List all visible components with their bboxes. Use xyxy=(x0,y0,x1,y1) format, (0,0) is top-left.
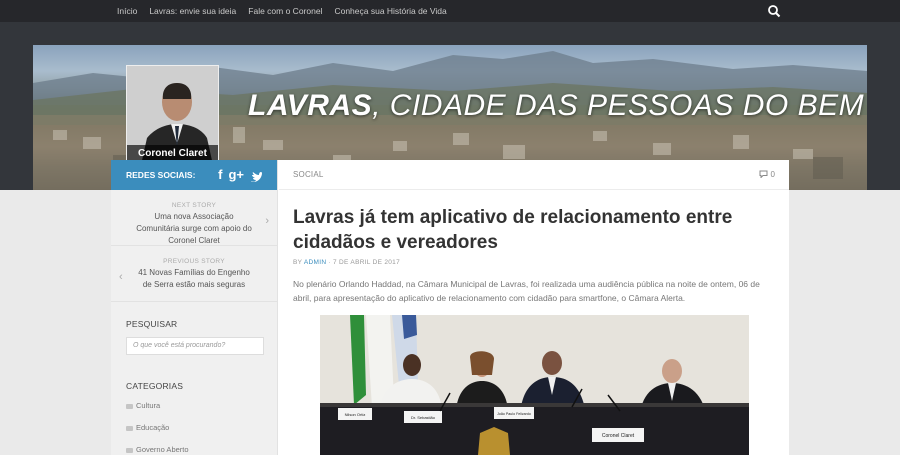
site-title-rest: , CIDADE DAS PESSOAS DO BEM xyxy=(372,89,865,122)
post-meta: BY ADMIN · 7 DE ABRIL DE 2017 xyxy=(293,259,400,266)
next-story[interactable]: NEXT STORY Uma nova Associação Comunitár… xyxy=(111,190,277,246)
folder-icon xyxy=(126,403,133,409)
chevron-right-icon[interactable]: › xyxy=(265,215,269,227)
next-story-title[interactable]: Uma nova Associação Comunitária surge co… xyxy=(111,211,277,247)
site-title-bold: LAVRAS xyxy=(248,89,373,122)
category-item-educacao[interactable]: Educação xyxy=(126,423,169,432)
post-title[interactable]: Lavras já tem aplicativo de relacionamen… xyxy=(293,205,763,255)
post-author[interactable]: ADMIN xyxy=(304,259,326,266)
folder-icon xyxy=(126,447,133,453)
category-item-governo-aberto[interactable]: Governo Aberto xyxy=(126,445,189,454)
next-story-kicker: NEXT STORY xyxy=(171,202,217,209)
post-content: SOCIAL 0 Lavras já tem aplicativo de rel… xyxy=(279,160,789,455)
comments-link[interactable]: 0 xyxy=(759,160,775,190)
top-navigation: Início Lavras: envie sua ideia Fale com … xyxy=(0,0,900,22)
comment-count: 0 xyxy=(770,170,775,179)
folder-icon xyxy=(126,425,133,431)
chevron-left-icon[interactable]: ‹ xyxy=(119,271,123,283)
previous-story-kicker: PREVIOUS STORY xyxy=(163,258,225,265)
post-excerpt: No plenário Orlando Haddad, na Câmara Mu… xyxy=(293,279,760,303)
social-bar: REDES SOCIAIS: f g+ xyxy=(111,160,277,190)
social-label: REDES SOCIAIS: xyxy=(126,170,196,180)
category-item-cultura[interactable]: Cultura xyxy=(126,401,160,410)
post-meta-by: BY xyxy=(293,259,304,266)
category-label: Governo Aberto xyxy=(136,445,189,454)
twitter-icon[interactable] xyxy=(250,160,262,190)
site-title[interactable]: LAVRAS, CIDADE DAS PESSOAS DO BEM xyxy=(248,89,864,123)
post-photo[interactable]: Nilson Ortiz Dr. Sebastião João Paulo Fe… xyxy=(320,315,749,455)
google-plus-icon[interactable]: g+ xyxy=(228,160,244,190)
sidebar: REDES SOCIAIS: f g+ NEXT STORY Uma nova … xyxy=(111,160,278,455)
portrait-photo: Coronel Claret xyxy=(126,65,219,164)
previous-story[interactable]: PREVIOUS STORY 41 Novas Famílias do Enge… xyxy=(111,246,277,302)
categories-widget-title: CATEGORIAS xyxy=(126,381,184,391)
nameplate-label: Nilson Ortiz xyxy=(345,412,366,417)
main-container: REDES SOCIAIS: f g+ NEXT STORY Uma nova … xyxy=(111,160,789,455)
nameplate-label: Dr. Sebastião xyxy=(411,415,436,420)
nav-item-inicio[interactable]: Início xyxy=(111,0,143,22)
nameplate-label: João Paulo Felizardo xyxy=(497,412,531,416)
previous-story-title[interactable]: 41 Novas Famílias do Engenho de Serra es… xyxy=(111,267,277,291)
post-category[interactable]: SOCIAL xyxy=(293,160,324,190)
search-input[interactable]: O que você está procurando? xyxy=(126,337,264,355)
search-icon[interactable] xyxy=(767,4,781,18)
nameplate-label: Coronel Claret xyxy=(602,433,635,439)
nav-item-fale-coronel[interactable]: Fale com o Coronel xyxy=(242,0,328,22)
facebook-icon[interactable]: f xyxy=(218,160,222,190)
search-widget-title: PESQUISAR xyxy=(126,319,178,329)
social-icons: f g+ xyxy=(218,160,262,190)
nav-menu: Início Lavras: envie sua ideia Fale com … xyxy=(111,0,453,22)
category-label: Educação xyxy=(136,423,170,432)
nav-item-historia-vida[interactable]: Conheça sua História de Vida xyxy=(328,0,452,22)
nav-item-envie-ideia[interactable]: Lavras: envie sua ideia xyxy=(143,0,242,22)
council-meeting-photo: Nilson Ortiz Dr. Sebastião João Paulo Fe… xyxy=(320,315,749,455)
post-date: · 7 DE ABRIL DE 2017 xyxy=(326,259,400,266)
category-label: Cultura xyxy=(136,401,161,410)
comment-icon xyxy=(759,170,768,179)
post-category-bar: SOCIAL 0 xyxy=(279,160,789,190)
